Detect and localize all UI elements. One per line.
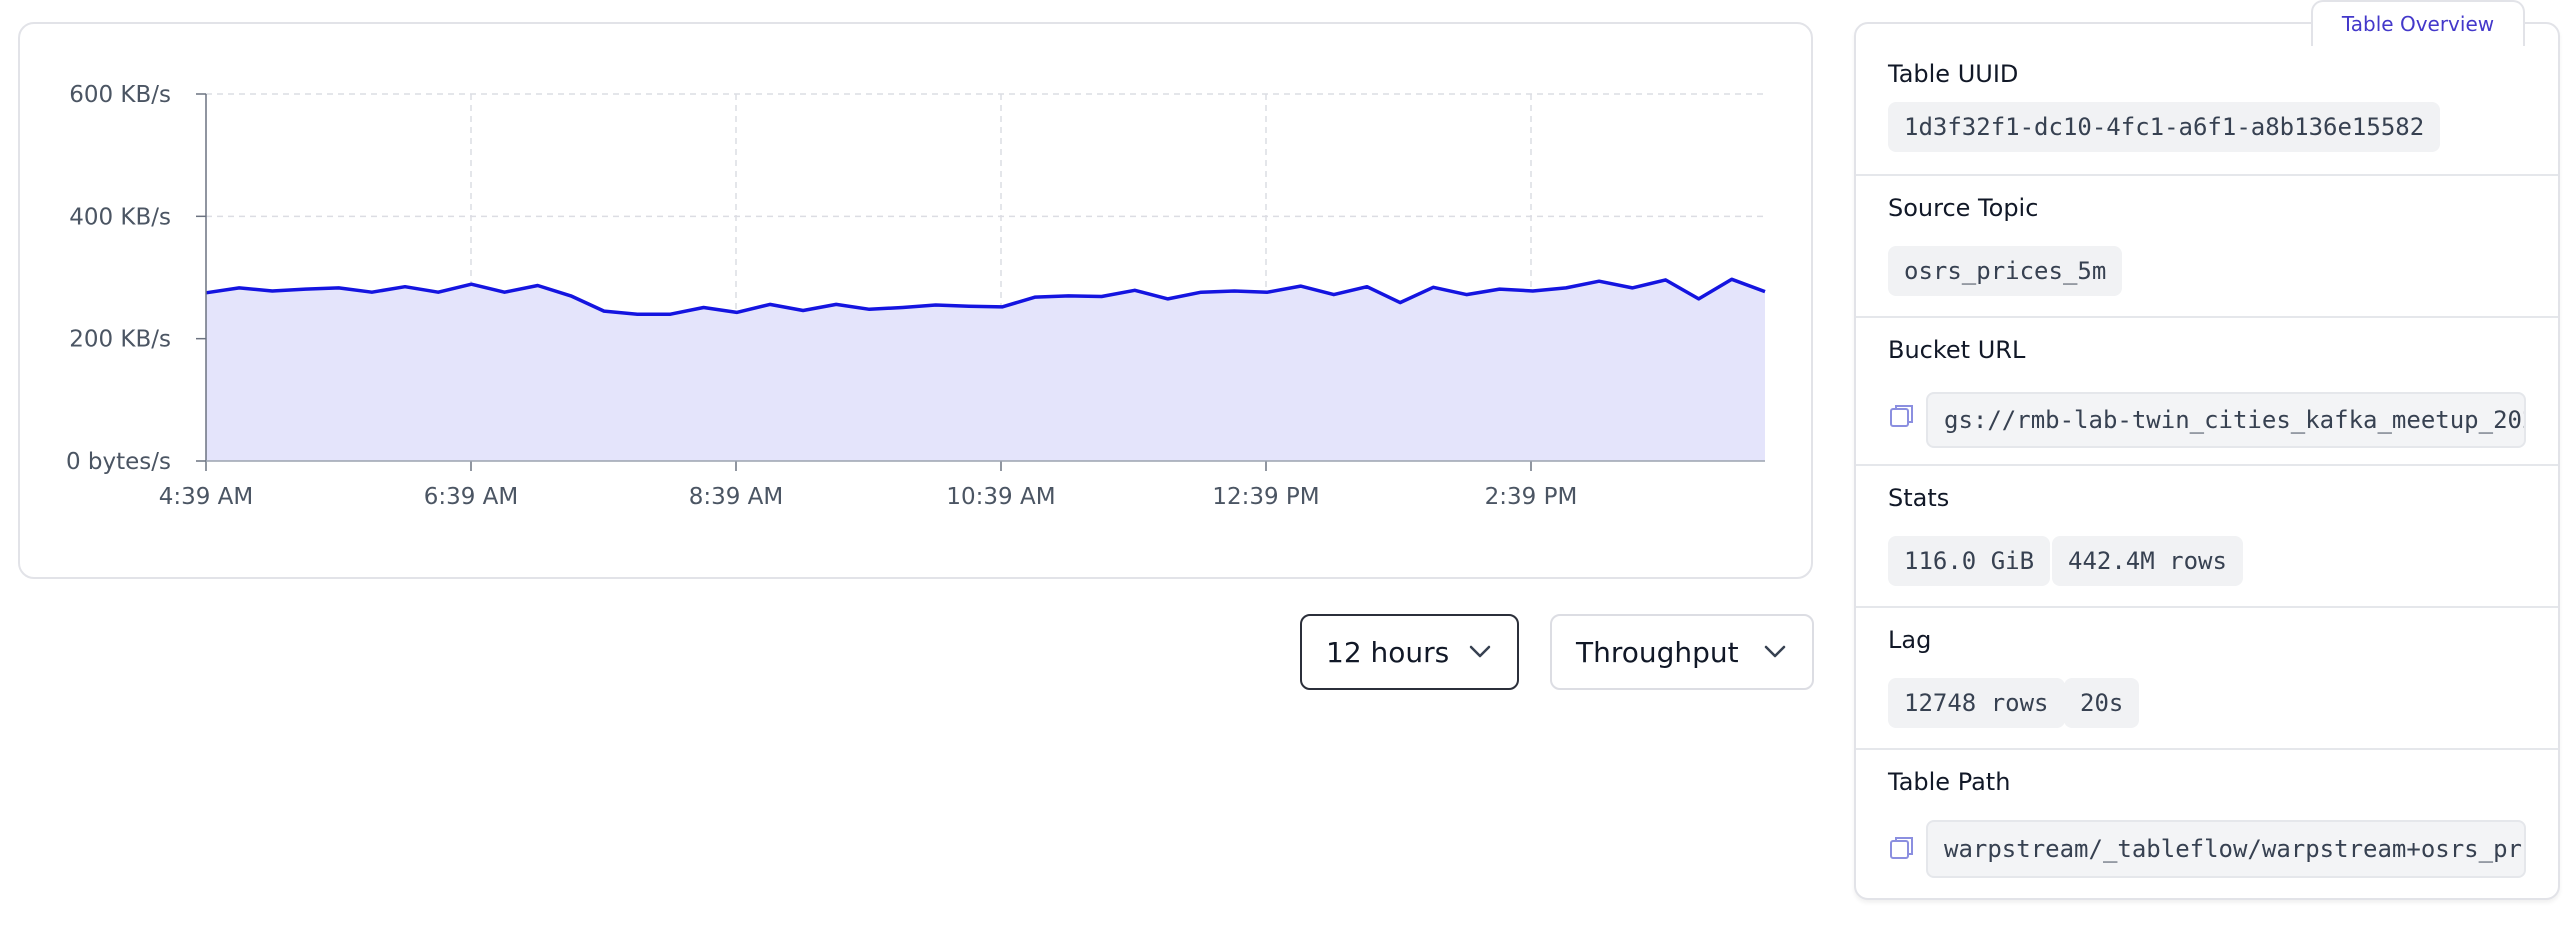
table-uuid-section: Table UUID 1d3f32f1-dc10-4fc1-a6f1-a8b13… bbox=[1856, 24, 2558, 176]
time-range-value: 12 hours bbox=[1326, 635, 1450, 669]
stats-size: 116.0 GiB bbox=[1888, 536, 2051, 586]
x-tick-label: 2:39 PM bbox=[1485, 484, 1578, 510]
chevron-down-icon bbox=[1467, 639, 1493, 665]
x-tick-label: 10:39 AM bbox=[946, 484, 1055, 510]
y-tick-label: 200 KB/s bbox=[69, 327, 171, 353]
bucket-url-section: Bucket URL gs://rmb-lab-twin_cities_kafk… bbox=[1856, 318, 2558, 466]
lag-time: 20s bbox=[2064, 678, 2140, 728]
lag-section: Lag 12748 rows 20s bbox=[1856, 608, 2558, 750]
x-tick-label: 8:39 AM bbox=[689, 484, 784, 510]
copy-icon[interactable] bbox=[1888, 834, 1916, 862]
metric-select[interactable]: Throughput bbox=[1550, 614, 1814, 690]
bucket-url-value: gs://rmb-lab-twin_cities_kafka_meetup_20… bbox=[1926, 392, 2526, 448]
source-topic-section: Source Topic osrs_prices_5m bbox=[1856, 176, 2558, 318]
stats-section: Stats 116.0 GiB 442.4M rows bbox=[1856, 466, 2558, 608]
y-tick-label: 0 bytes/s bbox=[66, 449, 171, 475]
throughput-chart: 0 bytes/s 200 KB/s 400 KB/s 600 KB/s 4:39 AM… bbox=[66, 82, 1766, 510]
stats-rows: 442.4M rows bbox=[2052, 536, 2243, 586]
throughput-chart-card: 0 bytes/s 200 KB/s 400 KB/s 600 KB/s 4:39 AM… bbox=[18, 22, 1813, 579]
x-tick-label: 6:39 AM bbox=[424, 484, 519, 510]
chevron-down-icon bbox=[1762, 639, 1788, 665]
table-path-label: Table Path bbox=[1888, 768, 2011, 796]
lag-rows: 12748 rows bbox=[1888, 678, 2065, 728]
metric-value: Throughput bbox=[1576, 635, 1739, 669]
source-topic-value: osrs_prices_5m bbox=[1888, 246, 2123, 296]
y-tick-label: 600 KB/s bbox=[69, 82, 171, 108]
lag-label: Lag bbox=[1888, 626, 1932, 654]
bucket-url-label: Bucket URL bbox=[1888, 336, 2026, 364]
table-path-section: Table Path warpstream/_tableflow/warpstr… bbox=[1856, 750, 2558, 898]
source-topic-label: Source Topic bbox=[1888, 194, 2039, 222]
stats-label: Stats bbox=[1888, 484, 1950, 512]
table-uuid-label: Table UUID bbox=[1888, 60, 2019, 88]
x-tick-label: 4:39 AM bbox=[159, 484, 254, 510]
table-path-value: warpstream/_tableflow/warpstream+osrs_pr… bbox=[1926, 820, 2526, 878]
table-overview-panel: Table UUID 1d3f32f1-dc10-4fc1-a6f1-a8b13… bbox=[1854, 22, 2560, 900]
tab-table-overview[interactable]: Table Overview bbox=[2311, 0, 2525, 46]
copy-icon[interactable] bbox=[1888, 402, 1916, 430]
table-uuid-value: 1d3f32f1-dc10-4fc1-a6f1-a8b136e15582 bbox=[1888, 102, 2441, 152]
y-tick-label: 400 KB/s bbox=[69, 204, 171, 230]
time-range-select[interactable]: 12 hours bbox=[1300, 614, 1519, 690]
x-tick-label: 12:39 PM bbox=[1212, 484, 1319, 510]
